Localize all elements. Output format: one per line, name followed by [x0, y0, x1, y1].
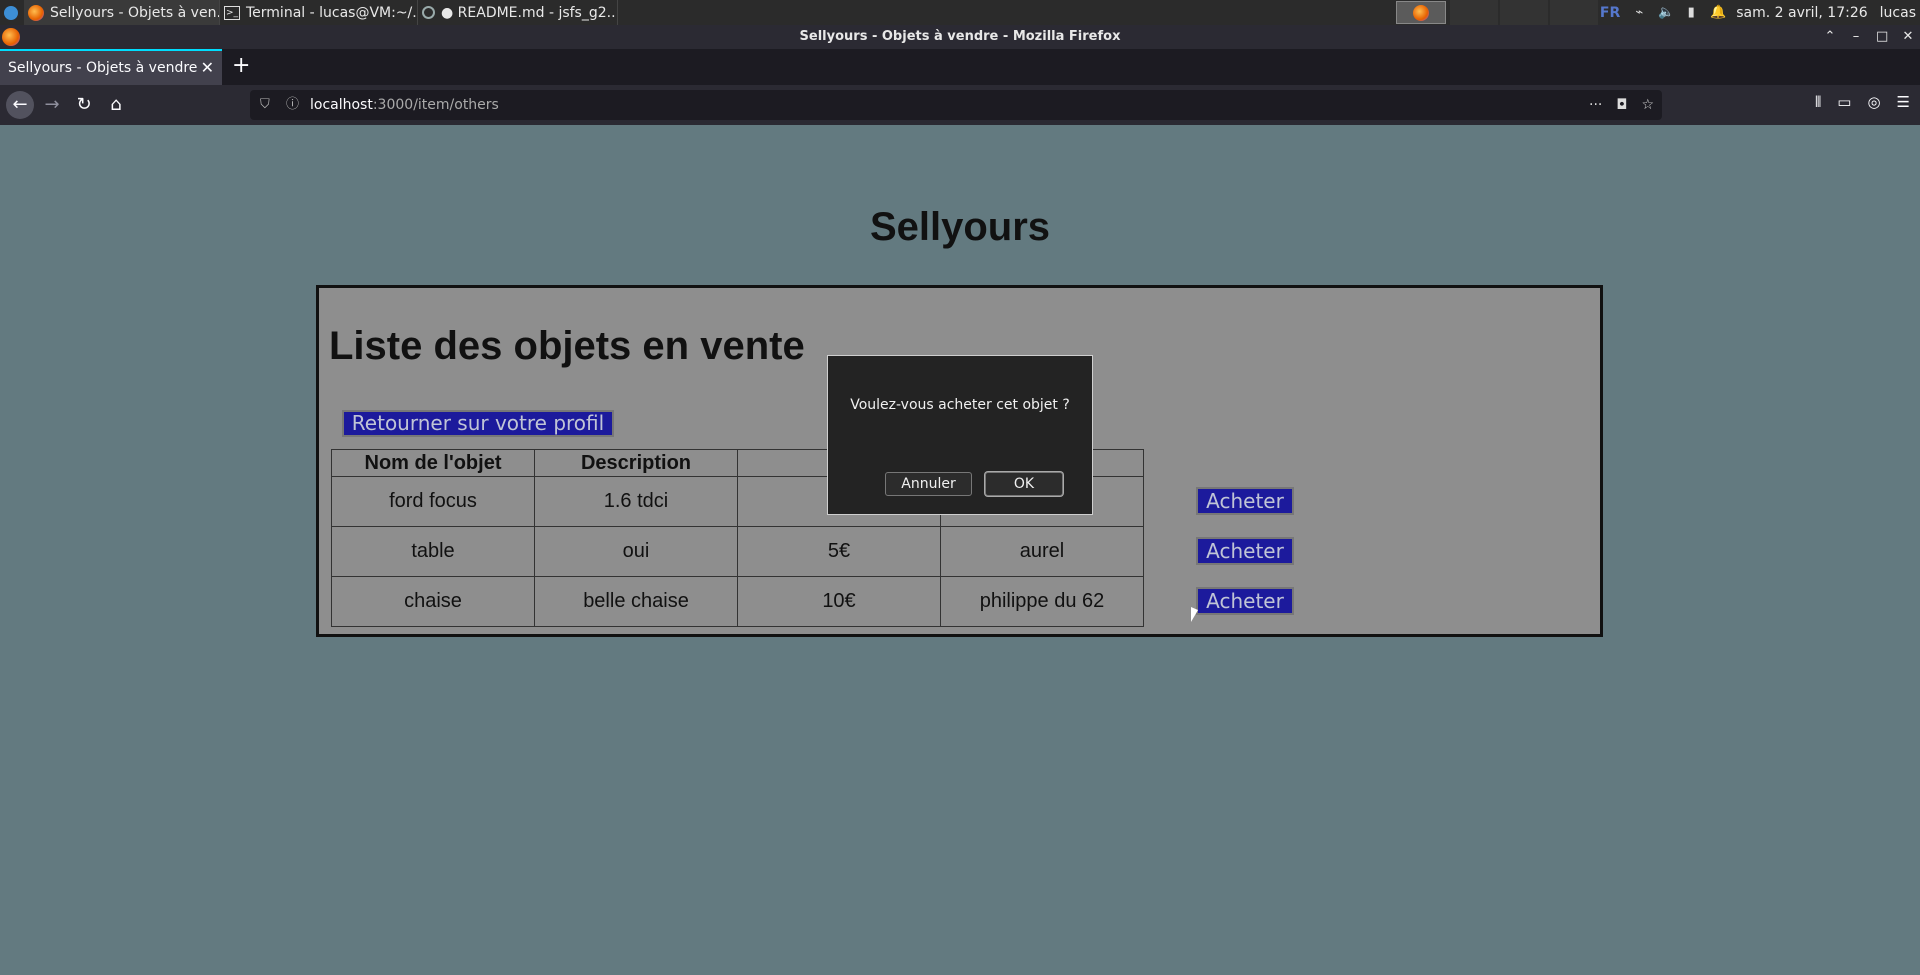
taskbar-item-label: Sellyours - Objets à ven...	[50, 4, 220, 21]
window-up-icon[interactable]: ⌃	[1824, 25, 1836, 49]
browser-tools: ⫴ ▭ ◎ ☰	[1815, 93, 1910, 111]
account-icon[interactable]: ◎	[1867, 93, 1880, 111]
buy-button-chaise[interactable]: Acheter	[1196, 587, 1294, 615]
mouse-cursor-icon	[1191, 607, 1198, 622]
bookmark-star-icon[interactable]: ☆	[1641, 90, 1654, 120]
terminal-icon: >_	[224, 5, 240, 20]
new-tab-icon[interactable]: +	[232, 49, 250, 85]
item-name: ford focus	[331, 476, 535, 527]
site-info-icon[interactable]: ⓘ	[286, 90, 299, 120]
buy-button-ford-focus[interactable]: Acheter	[1196, 487, 1294, 515]
taskbar-item-editor[interactable]: ● README.md - jsfs_g2...	[418, 0, 618, 25]
maximize-icon[interactable]: □	[1876, 25, 1888, 49]
workspace-switcher[interactable]	[1450, 0, 1598, 25]
os-taskbar: Sellyours - Objets à ven... >_ Terminal …	[0, 0, 1920, 25]
column-header: Description	[534, 449, 738, 477]
keyboard-layout-indicator[interactable]: FR	[1600, 5, 1620, 21]
tab-sellyours[interactable]: Sellyours - Objets à vendre ✕	[0, 49, 222, 85]
buy-button-table[interactable]: Acheter	[1196, 537, 1294, 565]
close-tab-icon[interactable]: ✕	[201, 51, 214, 85]
system-tray: FR ⌁ 🔈 ▮ 🔔 sam. 2 avril, 17:26 lucas	[1600, 0, 1920, 25]
home-icon[interactable]: ⌂	[102, 91, 130, 119]
firefox-icon	[2, 28, 20, 46]
window-titlebar: Sellyours - Objets à vendre - Mozilla Fi…	[0, 25, 1920, 49]
menu-hamburger-icon[interactable]: ☰	[1897, 93, 1910, 111]
firefox-icon	[1413, 4, 1429, 21]
tab-title: Sellyours - Objets à vendre	[8, 60, 198, 76]
window-controls: ⌃ – □ ✕	[1824, 25, 1914, 49]
sidebar-icon[interactable]: ▭	[1837, 93, 1851, 111]
item-description: belle chaise	[534, 576, 738, 627]
os-menu-icon[interactable]	[4, 5, 18, 20]
table-row: table oui 5€ aurel	[331, 526, 1144, 577]
back-icon[interactable]: ←	[6, 91, 34, 119]
forward-icon[interactable]: →	[38, 91, 66, 119]
taskbar-item-label: Terminal - lucas@VM:~/...	[246, 4, 418, 21]
page-title: Liste des objets en vente	[329, 324, 805, 368]
confirm-dialog: Voulez-vous acheter cet objet ? Annuler …	[827, 355, 1093, 515]
firefox-icon	[28, 4, 44, 21]
item-seller: aurel	[940, 526, 1144, 577]
chrome-icon	[422, 6, 435, 19]
taskbar-item-firefox[interactable]: Sellyours - Objets à ven...	[24, 0, 220, 25]
url-bar[interactable]: ⛉ ⓘ localhost:3000/item/others ··· ◘ ☆	[250, 90, 1662, 120]
window-title: Sellyours - Objets à vendre - Mozilla Fi…	[799, 29, 1121, 44]
clock[interactable]: sam. 2 avril, 17:26	[1736, 5, 1867, 21]
taskbar-item-terminal[interactable]: >_ Terminal - lucas@VM:~/...	[220, 0, 418, 25]
pocket-icon[interactable]: ◘	[1616, 90, 1627, 120]
table-row: chaise belle chaise 10€ philippe du 62	[331, 576, 1144, 627]
item-seller: philippe du 62	[940, 576, 1144, 627]
ok-button[interactable]: OK	[985, 472, 1063, 496]
item-price: 10€	[737, 576, 941, 627]
workspace-switcher-firefox[interactable]	[1396, 1, 1446, 24]
item-description: 1.6 tdci	[534, 476, 738, 527]
url-actions: ··· ◘ ☆	[1589, 90, 1654, 120]
cancel-button[interactable]: Annuler	[885, 472, 972, 496]
tab-bar: Sellyours - Objets à vendre ✕ +	[0, 49, 1920, 85]
user-name[interactable]: lucas	[1880, 5, 1916, 21]
dialog-message: Voulez-vous acheter cet objet ?	[850, 397, 1070, 413]
navigation-toolbar: ← → ↻ ⌂ ⛉ ⓘ localhost:3000/item/others ·…	[0, 85, 1920, 125]
battery-icon[interactable]: ▮	[1684, 5, 1698, 20]
back-to-profile-button[interactable]: Retourner sur votre profil	[342, 410, 614, 437]
reload-icon[interactable]: ↻	[70, 91, 98, 119]
site-title: Sellyours	[869, 205, 1051, 249]
notification-bell-icon[interactable]: 🔔	[1710, 5, 1726, 20]
url-text[interactable]: localhost:3000/item/others	[310, 90, 499, 120]
item-price: 5€	[737, 526, 941, 577]
tracking-shield-icon[interactable]: ⛉	[260, 90, 270, 120]
item-description: oui	[534, 526, 738, 577]
item-name: table	[331, 526, 535, 577]
column-header: Nom de l'objet	[331, 449, 535, 477]
network-icon[interactable]: ⌁	[1632, 5, 1646, 20]
taskbar-item-label: ● README.md - jsfs_g2...	[441, 4, 618, 21]
close-icon[interactable]: ✕	[1902, 25, 1914, 49]
volume-icon[interactable]: 🔈	[1658, 5, 1674, 20]
minimize-icon[interactable]: –	[1850, 25, 1862, 49]
item-name: chaise	[331, 576, 535, 627]
page-actions-icon[interactable]: ···	[1589, 90, 1602, 120]
library-icon[interactable]: ⫴	[1815, 93, 1821, 111]
